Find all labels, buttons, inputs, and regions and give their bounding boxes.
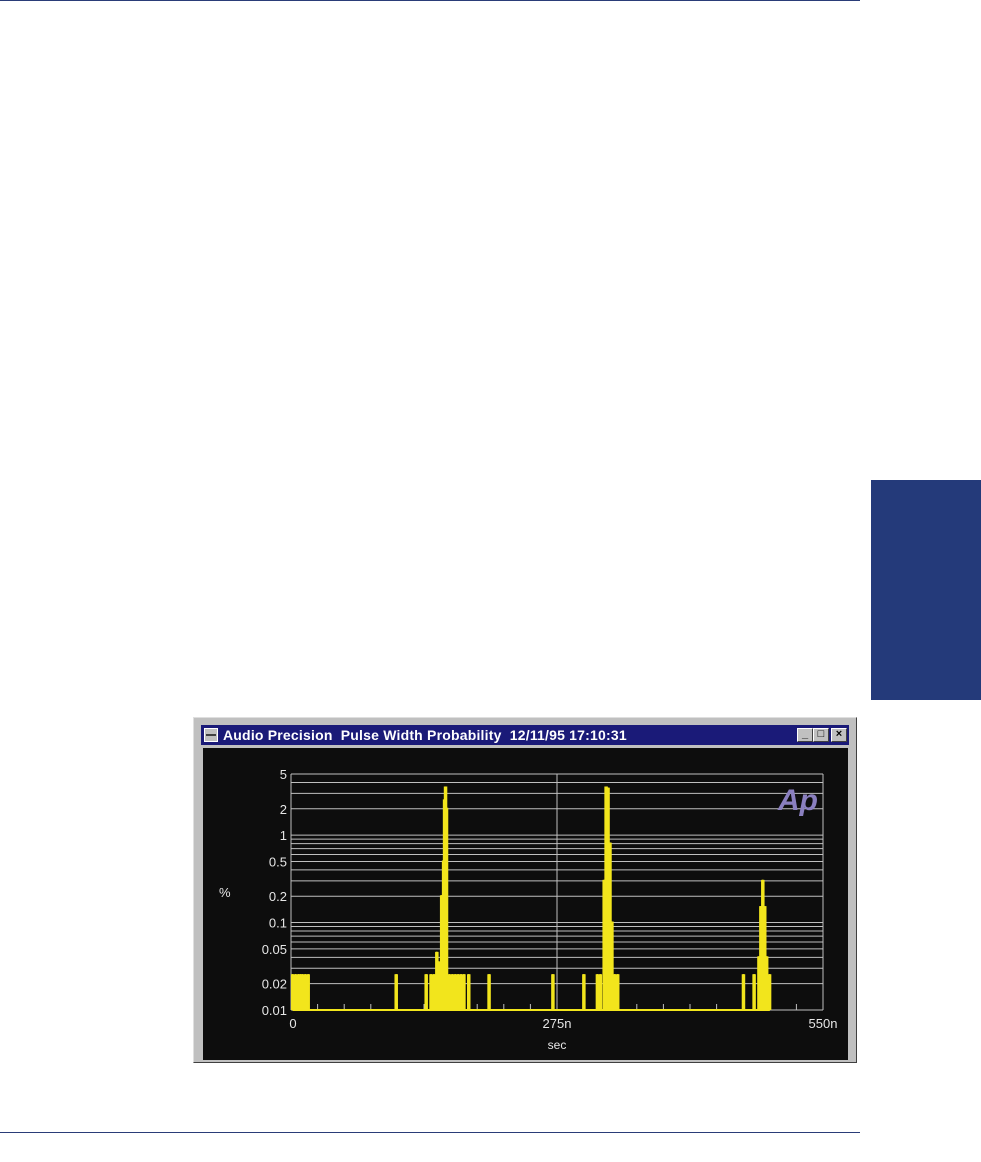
data-point xyxy=(757,956,761,959)
plot-area: 5 2 1 0.5 0.2 0.1 0.05 0.02 0.01 0 275n 550n% sec Ap xyxy=(203,748,848,1060)
data-point xyxy=(608,842,612,845)
y-tick-label: 0.05 xyxy=(262,942,287,957)
data-point xyxy=(606,787,610,790)
data-point xyxy=(301,974,304,977)
data-point xyxy=(451,974,454,977)
data-point xyxy=(459,974,463,977)
y-tick-label: 0.5 xyxy=(269,854,287,869)
data-point xyxy=(443,799,446,802)
data-point xyxy=(429,974,433,977)
probability-trace xyxy=(290,786,772,1011)
data-point xyxy=(454,974,457,977)
audio-precision-window: Audio Precision Pulse Width Probability … xyxy=(193,717,857,1063)
data-point xyxy=(435,951,439,955)
data-point xyxy=(442,860,445,863)
y-tick-label: 0.01 xyxy=(262,1003,287,1018)
y-tick-label: 5 xyxy=(280,767,287,782)
minimize-button[interactable]: _ xyxy=(797,728,813,742)
data-point xyxy=(759,905,763,909)
bottom-rule xyxy=(0,1132,860,1133)
x-tick-label: 275n xyxy=(543,1016,572,1031)
data-point xyxy=(448,974,451,977)
top-rule xyxy=(0,0,860,1)
y-tick-label: 0.1 xyxy=(269,916,287,931)
data-point xyxy=(467,974,470,977)
x-axis-label: sec xyxy=(548,1038,567,1052)
y-tick-label: 2 xyxy=(280,802,287,817)
x-tick-label: 550n xyxy=(809,1016,838,1031)
data-point xyxy=(765,956,768,959)
data-point xyxy=(462,974,466,977)
data-point xyxy=(551,974,555,977)
data-point xyxy=(761,879,765,883)
x-tick-label: 0 xyxy=(289,1016,296,1031)
data-point xyxy=(768,974,771,977)
window-titlebar[interactable]: Audio Precision Pulse Width Probability … xyxy=(201,725,849,745)
data-point xyxy=(432,974,436,977)
data-point xyxy=(599,974,602,977)
system-menu-icon[interactable] xyxy=(204,728,218,742)
data-point xyxy=(616,974,619,977)
data-point xyxy=(304,974,307,977)
y-tick-label: 1 xyxy=(280,828,287,843)
section-tab xyxy=(871,480,981,700)
data-point xyxy=(582,974,586,977)
data-point xyxy=(291,974,294,977)
data-point xyxy=(425,974,428,977)
maximize-button[interactable]: □ xyxy=(813,728,829,742)
close-button[interactable]: × xyxy=(831,728,847,742)
data-point xyxy=(487,974,491,977)
pulse-width-probability-chart: 5 2 1 0.5 0.2 0.1 0.05 0.02 0.010 275n 550n% sec Ap xyxy=(219,767,838,1052)
data-point xyxy=(294,974,297,977)
data-point xyxy=(440,895,443,898)
data-point xyxy=(445,807,448,810)
data-point xyxy=(752,974,756,977)
data-point xyxy=(395,974,398,977)
y-tick-label: 0.2 xyxy=(269,889,287,904)
data-point xyxy=(456,974,460,977)
y-tick-label: 0.02 xyxy=(262,977,287,992)
data-point xyxy=(602,879,606,883)
data-point xyxy=(437,961,440,964)
data-point xyxy=(596,974,599,977)
data-point xyxy=(610,921,614,924)
data-point xyxy=(763,905,766,909)
window-title: Audio Precision Pulse Width Probability … xyxy=(223,727,627,743)
y-axis-label: % xyxy=(219,885,231,900)
data-point xyxy=(742,974,745,977)
data-point xyxy=(444,786,447,789)
data-point xyxy=(613,974,617,977)
data-point xyxy=(306,974,310,977)
ap-logo: Ap xyxy=(777,784,818,817)
